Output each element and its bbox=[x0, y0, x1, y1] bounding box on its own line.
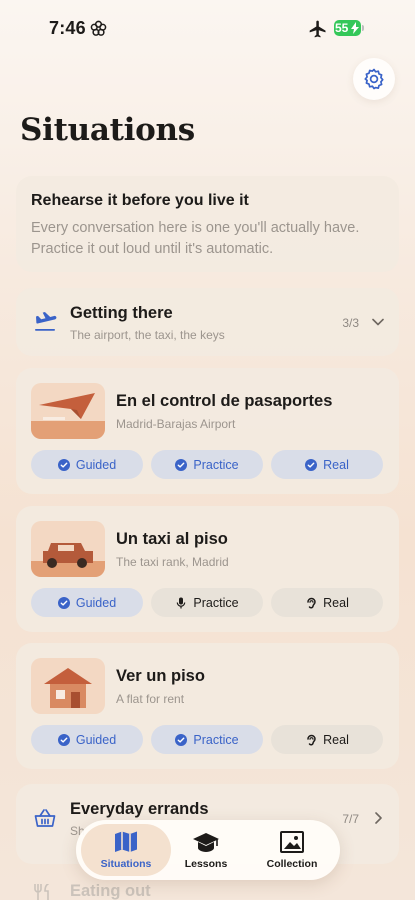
mode-guided-chip[interactable]: Guided bbox=[31, 450, 143, 479]
mode-practice-chip[interactable]: Practice bbox=[151, 450, 263, 479]
chip-label: Guided bbox=[75, 595, 117, 610]
situation-subtitle: Madrid-Barajas Airport bbox=[116, 417, 236, 431]
battery-tip bbox=[362, 25, 364, 31]
tab-collection[interactable]: Collection bbox=[248, 824, 336, 876]
gear-icon bbox=[364, 68, 384, 90]
chevron-right-icon bbox=[375, 812, 382, 824]
check-circle-icon bbox=[57, 733, 70, 746]
tab-label: Lessons bbox=[184, 858, 228, 870]
chip-label: Real bbox=[323, 595, 349, 610]
mode-guided-chip[interactable]: Guided bbox=[31, 725, 143, 754]
tab-bar: Situations Lessons Collection bbox=[76, 820, 340, 880]
check-circle-icon bbox=[57, 596, 70, 609]
intro-card: Rehearse it before you live it Every con… bbox=[16, 176, 399, 272]
chip-label: Real bbox=[323, 732, 349, 747]
group-progress-count: 7/7 bbox=[342, 812, 359, 826]
group-title: Getting there bbox=[70, 304, 173, 322]
check-circle-icon bbox=[305, 458, 318, 471]
group-getting-there[interactable]: Getting there The airport, the taxi, the… bbox=[16, 288, 399, 356]
battery-indicator: 55 bbox=[334, 20, 364, 36]
mode-real-chip[interactable]: Real bbox=[271, 725, 383, 754]
basket-icon bbox=[34, 809, 56, 827]
chip-label: Practice bbox=[193, 595, 239, 610]
chip-label: Practice bbox=[193, 732, 239, 747]
mode-real-chip[interactable]: Real bbox=[271, 450, 383, 479]
situation-title: Ver un piso bbox=[116, 667, 205, 685]
mode-practice-chip[interactable]: Practice bbox=[151, 725, 263, 754]
status-time: 7:46 bbox=[49, 18, 86, 38]
plane-landing-icon bbox=[35, 312, 57, 331]
status-bar: 7:46 55 bbox=[0, 0, 415, 54]
utensils-icon bbox=[34, 884, 49, 900]
image-icon bbox=[280, 831, 304, 853]
situation-card-passport-control[interactable]: En el control de pasaportes Madrid-Baraj… bbox=[16, 368, 399, 494]
settings-button[interactable] bbox=[353, 58, 395, 100]
ear-icon bbox=[307, 597, 316, 608]
chip-label: Real bbox=[323, 457, 349, 472]
check-circle-icon bbox=[175, 733, 188, 746]
passport-control-illustration bbox=[31, 383, 105, 439]
chevron-down-icon bbox=[372, 318, 384, 326]
situation-subtitle: A flat for rent bbox=[116, 692, 185, 706]
intro-heading: Rehearse it before you live it bbox=[31, 192, 249, 209]
check-circle-icon bbox=[57, 458, 70, 471]
situation-subtitle: The taxi rank, Madrid bbox=[116, 555, 229, 569]
group-title-eating-out[interactable]: Eating out bbox=[70, 882, 151, 900]
tab-label: Collection bbox=[266, 858, 318, 870]
situation-card-taxi[interactable]: Un taxi al piso The taxi rank, Madrid Gu… bbox=[16, 506, 399, 632]
tab-label: Situations bbox=[100, 858, 152, 870]
microphone-icon bbox=[177, 597, 186, 608]
focus-flower-icon bbox=[90, 20, 107, 36]
page-title: Situations bbox=[20, 112, 195, 148]
mode-practice-chip[interactable]: Practice bbox=[151, 588, 263, 617]
ear-icon bbox=[307, 734, 316, 745]
check-circle-icon bbox=[175, 458, 188, 471]
map-icon bbox=[115, 831, 137, 852]
group-title: Everyday errands bbox=[70, 800, 209, 818]
tab-lessons[interactable]: Lessons bbox=[164, 824, 248, 876]
situation-card-flat-viewing[interactable]: Ver un piso A flat for rent Guided Pract… bbox=[16, 643, 399, 769]
chip-label: Guided bbox=[75, 732, 117, 747]
tab-situations[interactable]: Situations bbox=[81, 824, 171, 876]
battery-level: 55 bbox=[335, 21, 349, 35]
mode-real-chip[interactable]: Real bbox=[271, 588, 383, 617]
situation-title: En el control de pasaportes bbox=[116, 392, 333, 410]
taxi-illustration bbox=[31, 521, 105, 577]
group-progress-count: 3/3 bbox=[342, 316, 359, 330]
chip-label: Practice bbox=[193, 457, 239, 472]
mode-guided-chip[interactable]: Guided bbox=[31, 588, 143, 617]
situation-title: Un taxi al piso bbox=[116, 530, 228, 548]
intro-body: Every conversation here is one you'll ac… bbox=[31, 220, 360, 257]
graduation-cap-icon bbox=[193, 833, 219, 852]
chip-label: Guided bbox=[75, 457, 117, 472]
airplane-mode-icon bbox=[309, 20, 326, 38]
group-subtitle: The airport, the taxi, the keys bbox=[70, 328, 225, 342]
charging-bolt-icon bbox=[351, 22, 359, 34]
house-illustration bbox=[31, 658, 105, 714]
